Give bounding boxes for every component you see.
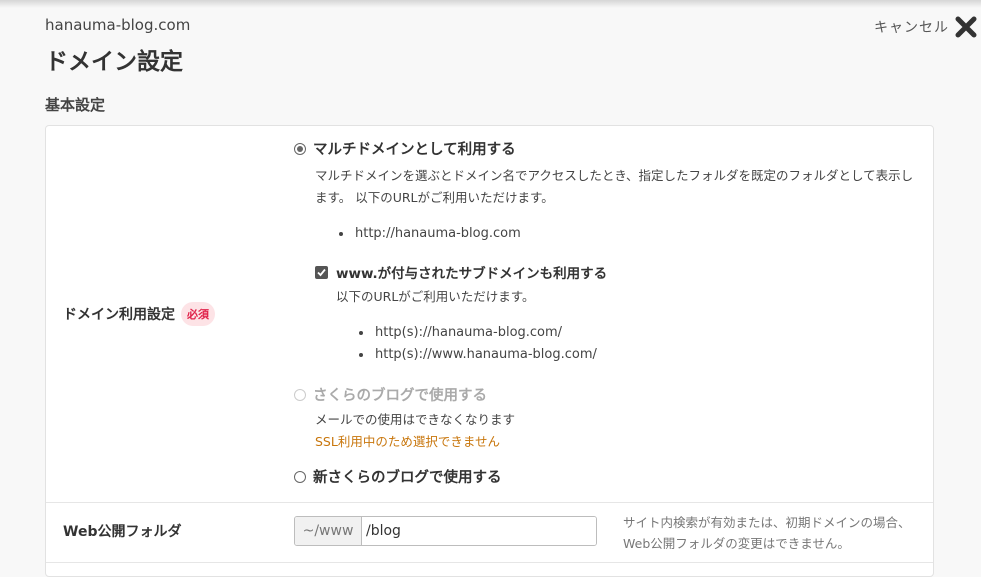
web-folder-field: ~/www bbox=[294, 516, 597, 546]
radio-sakura-blog-label: さくらのブログで使用する bbox=[313, 388, 487, 404]
section-heading: 基本設定 bbox=[45, 96, 106, 114]
www-subdomain-label: www.が付与されたサブドメインも利用する bbox=[336, 266, 608, 282]
web-folder-label: Web公開フォルダ bbox=[63, 524, 182, 540]
radio-multi-domain-indicator[interactable] bbox=[294, 142, 306, 155]
settings-card: ドメイン利用設定 必須 マルチドメインとして利用する マルチドメインを選ぶとドメ… bbox=[45, 125, 934, 577]
checkbox-checked-icon[interactable] bbox=[315, 265, 328, 279]
web-folder-row: Web公開フォルダ ~/www サイト内検索が有効または、初期ドメインの場合、W… bbox=[46, 502, 933, 563]
radio-multi-domain[interactable]: マルチドメインとして利用する bbox=[294, 138, 516, 159]
domain-usage-row: ドメイン利用設定 必須 マルチドメインとして利用する マルチドメインを選ぶとドメ… bbox=[46, 126, 933, 503]
www-url-list: http(s)://hanauma-blog.com/ http(s)://ww… bbox=[355, 322, 597, 366]
radio-sakura-blog-indicator bbox=[294, 388, 306, 401]
ssl-warning: SSL利用中のため選択できません bbox=[315, 434, 500, 449]
radio-new-sakura-blog-indicator[interactable] bbox=[294, 470, 306, 483]
multi-domain-description: マルチドメインを選ぶとドメイン名でアクセスしたとき、指定したフォルダを既定のフォ… bbox=[315, 168, 914, 205]
radio-new-sakura-blog-label: 新さくらのブログで使用する bbox=[313, 470, 502, 486]
list-item: http(s)://www.hanauma-blog.com/ bbox=[355, 344, 597, 366]
domain-usage-label-group: ドメイン利用設定 必須 bbox=[63, 302, 215, 326]
domain-usage-label: ドメイン利用設定 bbox=[63, 307, 175, 323]
radio-sakura-blog: さくらのブログで使用する bbox=[294, 384, 487, 405]
cancel-label: キャンセル bbox=[874, 20, 949, 36]
page-title: ドメイン設定 bbox=[45, 49, 183, 75]
www-subdomain-checkbox[interactable]: www.が付与されたサブドメインも利用する bbox=[315, 262, 607, 282]
sakura-blog-description: メールでの使用はできなくなります bbox=[315, 412, 516, 427]
www-description: 以下のURLがご利用いただけます。 bbox=[336, 289, 535, 304]
radio-multi-domain-label: マルチドメインとして利用する bbox=[313, 142, 516, 158]
top-shadow bbox=[0, 0, 981, 8]
required-badge: 必須 bbox=[181, 302, 215, 326]
domain-name: hanauma-blog.com bbox=[45, 16, 191, 34]
list-item: http(s)://hanauma-blog.com/ bbox=[355, 322, 597, 344]
multi-domain-url-list: http://hanauma-blog.com bbox=[335, 223, 521, 245]
close-icon[interactable] bbox=[955, 16, 977, 38]
web-folder-prefix: ~/www bbox=[295, 517, 362, 545]
radio-new-sakura-blog[interactable]: 新さくらのブログで使用する bbox=[294, 466, 502, 487]
list-item: http://hanauma-blog.com bbox=[335, 223, 521, 245]
web-folder-note: サイト内検索が有効または、初期ドメインの場合、Web公開フォルダの変更はできませ… bbox=[623, 515, 911, 551]
web-folder-input[interactable] bbox=[362, 517, 596, 545]
cancel-button[interactable]: キャンセル bbox=[874, 16, 977, 38]
